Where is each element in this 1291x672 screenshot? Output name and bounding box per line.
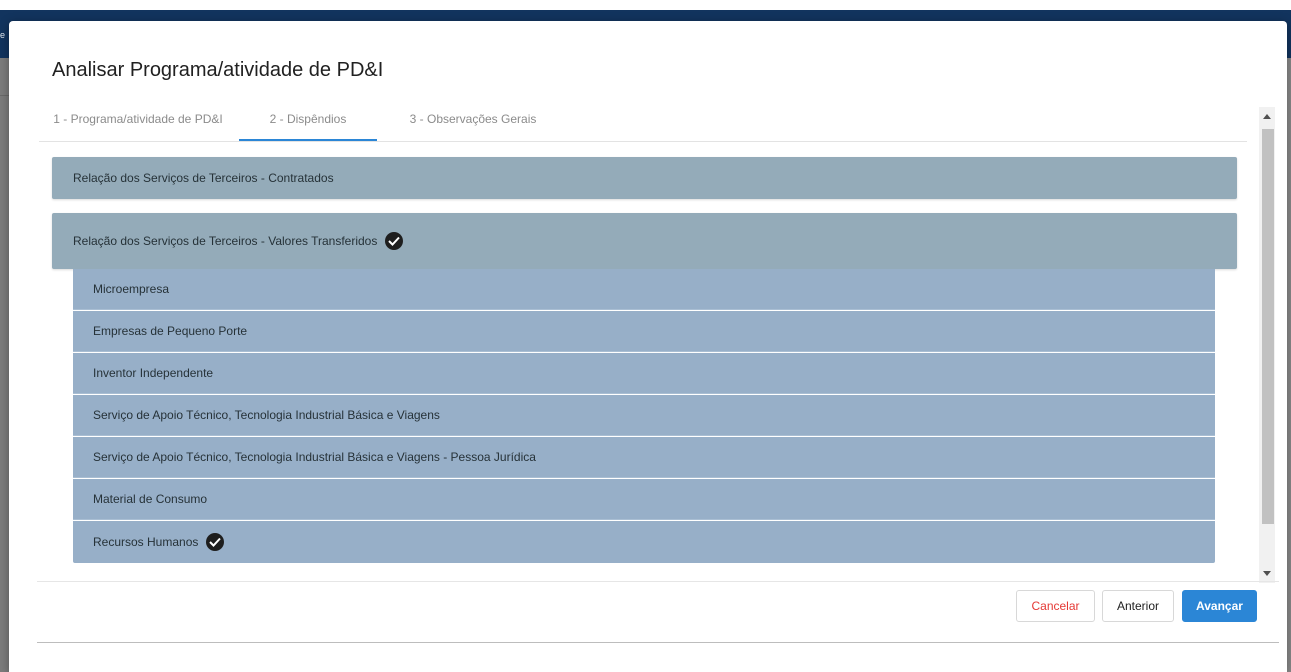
sub-item-apoio-tecnico-pj[interactable]: Serviço de Apoio Técnico, Tecnologia Ind…: [73, 437, 1215, 478]
sub-item-material-consumo[interactable]: Material de Consumo: [73, 479, 1215, 520]
sub-item-inventor[interactable]: Inventor Independente: [73, 353, 1215, 394]
modal-title: Analisar Programa/atividade de PD&I: [52, 59, 384, 81]
vertical-scrollbar[interactable]: [1259, 107, 1275, 583]
cancel-button[interactable]: Cancelar: [1016, 590, 1095, 622]
background-topbar: [0, 0, 1291, 10]
sub-item-microempresa[interactable]: Microempresa: [73, 269, 1215, 310]
panel-label: Relação dos Serviços de Terceiros - Valo…: [73, 234, 378, 248]
scroll-down-arrow-icon[interactable]: [1263, 571, 1271, 576]
scrollbar-thumb[interactable]: [1262, 129, 1274, 524]
sub-item-apoio-tecnico[interactable]: Serviço de Apoio Técnico, Tecnologia Ind…: [73, 395, 1215, 436]
sub-item-pequeno-porte[interactable]: Empresas de Pequeno Porte: [73, 311, 1215, 352]
sub-item-recursos-humanos[interactable]: Recursos Humanos: [73, 521, 1215, 563]
next-button[interactable]: Avançar: [1182, 590, 1257, 622]
panel-servicos-contratados[interactable]: Relação dos Serviços de Terceiros - Cont…: [52, 157, 1237, 199]
footer-bottom-divider: [37, 642, 1279, 643]
sub-item-label: Inventor Independente: [93, 366, 214, 380]
panel-label: Relação dos Serviços de Terceiros - Cont…: [73, 171, 334, 185]
footer-divider: [37, 581, 1279, 582]
content-scroll-area: Relação dos Serviços de Terceiros - Cont…: [39, 107, 1289, 583]
sub-item-label: Serviço de Apoio Técnico, Tecnologia Ind…: [93, 450, 536, 464]
analyze-modal: Analisar Programa/atividade de PD&I 1 - …: [9, 21, 1287, 672]
scroll-up-arrow-icon[interactable]: [1263, 114, 1271, 119]
panel-valores-transferidos[interactable]: Relação dos Serviços de Terceiros - Valo…: [52, 213, 1237, 269]
check-circle-icon: [206, 533, 225, 551]
background-cut-text: e: [0, 30, 6, 40]
sub-item-label: Recursos Humanos: [93, 535, 199, 549]
check-circle-icon: [385, 232, 404, 250]
sub-item-label: Serviço de Apoio Técnico, Tecnologia Ind…: [93, 408, 440, 422]
sub-item-label: Microempresa: [93, 282, 170, 296]
sub-item-label: Material de Consumo: [93, 492, 208, 506]
previous-button[interactable]: Anterior: [1102, 590, 1174, 622]
sub-item-label: Empresas de Pequeno Porte: [93, 324, 248, 338]
